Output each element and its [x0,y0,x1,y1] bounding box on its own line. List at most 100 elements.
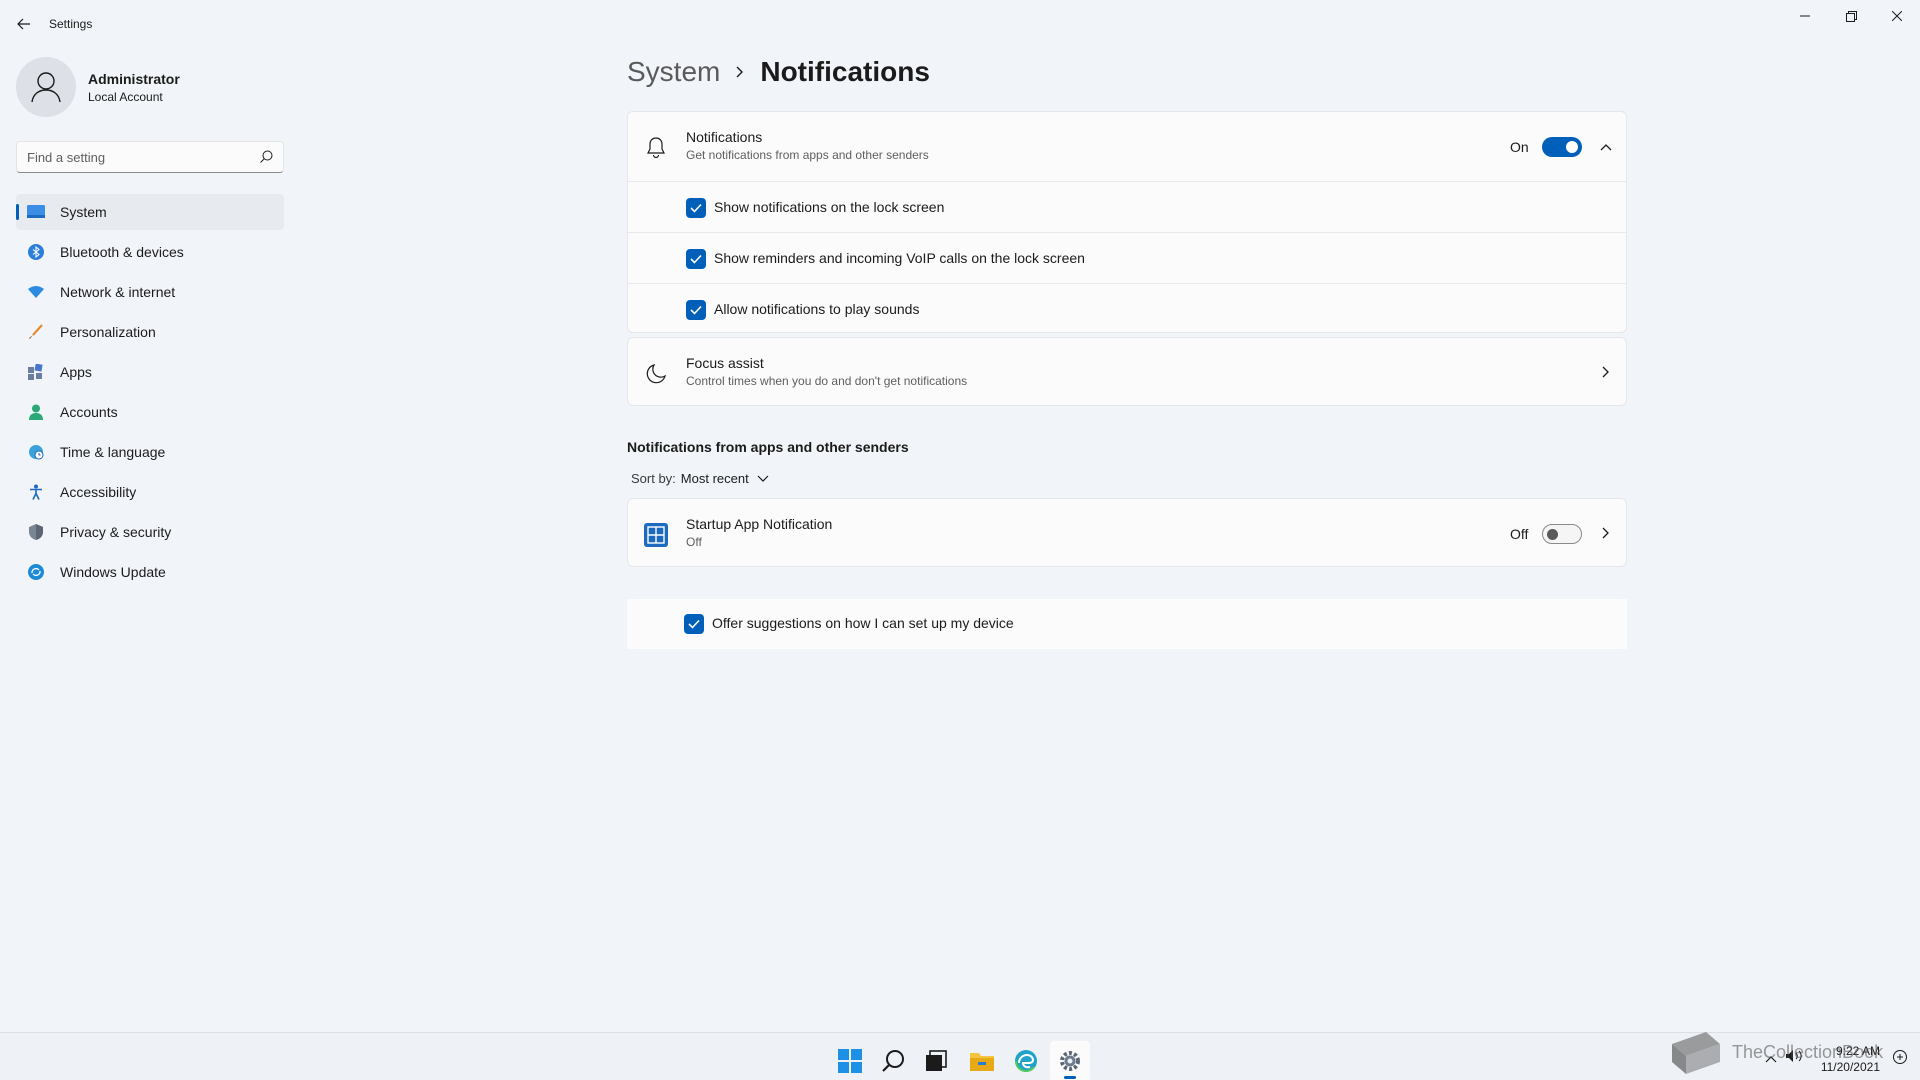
sidebar-item-accounts[interactable]: Accounts [16,394,284,430]
option-label: Allow notifications to play sounds [714,301,920,317]
breadcrumb-parent[interactable]: System [627,56,720,88]
sidebar-item-label: Accounts [60,404,118,420]
app-sender-row[interactable]: Startup App Notification Off Off [628,499,1626,568]
search-input[interactable]: Find a setting [16,141,284,173]
settings-app-button[interactable] [1050,1041,1090,1080]
sort-label: Sort by: [631,471,676,486]
checkbox-checked[interactable] [686,249,706,269]
checkmark-icon [690,203,702,213]
taskbar: 9:22 AM 11/20/2021 [0,1032,1920,1080]
wifi-icon [26,282,46,302]
task-view-icon [926,1050,947,1071]
sidebar-item-label: System [60,204,107,220]
person-icon [26,402,46,422]
app-sender-card[interactable]: Startup App Notification Off Off [627,498,1627,567]
sort-value: Most recent [680,471,749,486]
checkbox-checked[interactable] [686,198,706,218]
toggle-knob [1547,529,1558,540]
option-reminders-voip[interactable]: Show reminders and incoming VoIP calls o… [628,232,1626,283]
checkbox-checked[interactable] [684,614,704,634]
checkmark-icon [690,254,702,264]
checkmark-icon [688,619,700,629]
book-logo-icon [1672,1032,1720,1074]
app-name: Startup App Notification [686,516,833,532]
sidebar-item-system[interactable]: System [16,194,284,230]
minimize-icon [1800,15,1810,17]
notifications-subtitle: Get notifications from apps and other se… [686,148,929,162]
option-label: Show notifications on the lock screen [714,199,945,215]
windows-logo-icon [838,1049,862,1073]
gear-icon [1060,1051,1080,1071]
shield-icon [26,522,46,542]
chevron-right-icon[interactable] [1598,525,1614,541]
brush-icon [26,322,46,342]
app-status: Off [686,535,702,549]
back-button[interactable] [10,10,38,38]
monitor-icon [26,202,46,222]
edge-browser-button[interactable] [1006,1041,1046,1080]
notifications-toggle-state: On [1510,139,1529,155]
option-play-sounds[interactable]: Allow notifications to play sounds [628,283,1626,334]
restore-icon [1845,10,1857,22]
back-arrow-icon [17,18,30,30]
sidebar-item-accessibility[interactable]: Accessibility [16,474,284,510]
start-button[interactable] [830,1041,870,1080]
option-lock-screen[interactable]: Show notifications on the lock screen [628,181,1626,232]
chevron-right-icon [736,66,744,78]
globe-clock-icon [26,442,46,462]
sidebar-item-network[interactable]: Network & internet [16,274,284,310]
sidebar-nav: System Bluetooth & devices Network & int… [16,194,284,594]
sidebar-item-label: Accessibility [60,484,137,500]
avatar [16,57,76,117]
account-type: Local Account [88,90,163,104]
taskbar-search-button[interactable] [874,1041,914,1080]
sidebar-item-windows-update[interactable]: Windows Update [16,554,284,590]
bell-icon [644,136,668,160]
close-icon [1892,11,1902,21]
minimize-button[interactable] [1782,0,1828,32]
folder-icon [970,1053,994,1071]
app-tile-icon [644,523,668,547]
option-label: Show reminders and incoming VoIP calls o… [714,250,1085,266]
sidebar-item-bluetooth[interactable]: Bluetooth & devices [16,234,284,270]
app-notification-toggle[interactable] [1542,524,1582,544]
watermark-text: TheCollectionBook [1732,1042,1884,1062]
focus-assist-subtitle: Control times when you do and don't get … [686,374,968,388]
restore-button[interactable] [1828,0,1874,32]
checkmark-icon [690,305,702,315]
chevron-down-icon [757,471,769,486]
notifications-header-row[interactable]: Notifications Get notifications from app… [628,112,1626,181]
file-explorer-button[interactable] [962,1041,1002,1080]
notifications-toggle[interactable] [1542,137,1582,157]
active-indicator [1064,1076,1076,1079]
notifications-card: Notifications Get notifications from app… [627,111,1627,333]
suggestions-row[interactable]: Offer suggestions on how I can set up my… [627,599,1627,649]
toggle-knob [1566,141,1578,153]
sidebar-item-personalization[interactable]: Personalization [16,314,284,350]
chevron-up-icon[interactable] [1598,139,1614,155]
sidebar-item-label: Windows Update [60,564,166,580]
sort-dropdown[interactable]: Sort by: Most recent [631,471,769,486]
notification-center-icon[interactable] [1892,1049,1908,1070]
sidebar-item-label: Time & language [60,444,166,460]
accessibility-icon [26,482,46,502]
focus-assist-row[interactable]: Focus assist Control times when you do a… [628,338,1626,407]
user-profile[interactable]: Administrator Local Account [16,57,286,117]
update-icon [26,562,46,582]
sidebar-item-time-language[interactable]: Time & language [16,434,284,470]
bluetooth-icon [26,242,46,262]
sidebar-item-label: Bluetooth & devices [60,244,184,260]
sidebar-item-apps[interactable]: Apps [16,354,284,390]
checkbox-checked[interactable] [686,300,706,320]
focus-assist-card[interactable]: Focus assist Control times when you do a… [627,337,1627,406]
search-icon [260,150,273,168]
close-button[interactable] [1874,0,1920,32]
sidebar-item-privacy[interactable]: Privacy & security [16,514,284,550]
sidebar-item-label: Apps [60,364,92,380]
focus-assist-title: Focus assist [686,355,764,371]
person-outline-icon [31,72,61,103]
senders-section-title: Notifications from apps and other sender… [627,439,909,455]
chevron-right-icon [1598,364,1614,380]
sidebar-item-label: Network & internet [60,284,176,300]
task-view-button[interactable] [916,1041,956,1080]
